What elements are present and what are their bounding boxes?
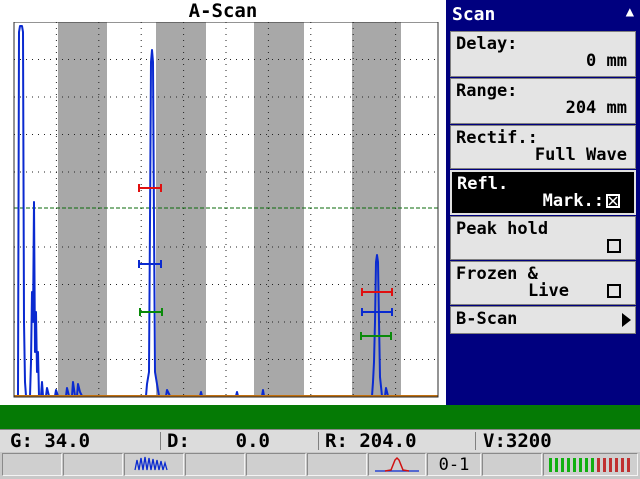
- battery-segment: [591, 458, 594, 472]
- range-readout[interactable]: R: 204.0: [325, 430, 417, 452]
- battery-segment: [555, 458, 558, 472]
- peak-hold-label: Peak hold: [456, 219, 549, 239]
- triangle-up-icon[interactable]: ▲: [626, 5, 634, 19]
- frozen-live-checkbox[interactable]: [607, 284, 621, 298]
- plot-band: [156, 22, 206, 397]
- battery-segment: [621, 458, 624, 472]
- readout-divider: [475, 432, 476, 450]
- rf-waveform-button[interactable]: [124, 453, 184, 476]
- reflection-mark-label-line1: Refl.: [457, 174, 509, 194]
- menu-title: Scan: [452, 4, 496, 25]
- readout-divider: [318, 432, 319, 450]
- battery-segment: [627, 458, 630, 472]
- battery-segment: [585, 458, 588, 472]
- battery-segment: [597, 458, 600, 472]
- delay-readout[interactable]: D: 0.0: [167, 430, 270, 452]
- menu-item-rectification[interactable]: Rectif.: Full Wave: [450, 125, 636, 169]
- readout-divider: [160, 432, 161, 450]
- function-slot-5[interactable]: [246, 453, 306, 476]
- function-slot-9[interactable]: [482, 453, 542, 476]
- ascan-panel: A-Scan: [0, 0, 446, 405]
- plot-band: [58, 22, 107, 397]
- menu-item-peak-hold[interactable]: Peak hold: [450, 216, 636, 260]
- frozen-live-label-line1: Frozen &: [456, 264, 538, 284]
- battery-level-icon: [549, 458, 630, 472]
- checkbox-check-icon: [608, 196, 618, 206]
- rf-waveform-icon: [134, 456, 168, 471]
- peak-hold-checkbox[interactable]: [607, 239, 621, 253]
- velocity-readout[interactable]: V:3200: [483, 430, 552, 452]
- menu-header: Scan ▲: [446, 0, 640, 30]
- plot-band: [254, 22, 304, 397]
- battery-segment: [579, 458, 582, 472]
- submenu-arrow-icon: [622, 313, 631, 327]
- gate-selector[interactable]: 0-1: [427, 453, 481, 476]
- battery-segment: [573, 458, 576, 472]
- range-label: Range:: [456, 81, 518, 101]
- function-slot-6[interactable]: [307, 453, 367, 476]
- battery-segment: [609, 458, 612, 472]
- status-bar-green: [0, 405, 640, 429]
- pulse-button[interactable]: [368, 453, 426, 476]
- ascan-plot[interactable]: [0, 22, 446, 405]
- scan-menu: Scan ▲ Delay: 0 mm Range: 204 mm Rectif.…: [446, 0, 640, 405]
- rectification-value: Full Wave: [534, 145, 627, 165]
- battery-segment: [615, 458, 618, 472]
- b-scan-label: B-Scan: [456, 309, 518, 329]
- range-value: 204 mm: [565, 98, 627, 118]
- function-icon-row: 0-1: [0, 452, 640, 478]
- reflection-mark-label-line2: Mark.:: [542, 191, 604, 211]
- delay-value: 0 mm: [586, 51, 627, 71]
- gain-readout[interactable]: G: 34.0: [10, 430, 90, 452]
- battery-indicator: [543, 453, 638, 476]
- menu-item-range[interactable]: Range: 204 mm: [450, 78, 636, 124]
- plot-band: [352, 22, 401, 397]
- battery-segment: [603, 458, 606, 472]
- battery-segment: [561, 458, 564, 472]
- battery-segment: [567, 458, 570, 472]
- menu-item-frozen-live[interactable]: Frozen & Live: [450, 261, 636, 305]
- reflection-mark-checkbox[interactable]: [606, 194, 620, 208]
- readout-bar: G: 34.0 D: 0.0 R: 204.0 V:3200: [0, 429, 640, 452]
- menu-item-reflection-mark[interactable]: Refl. Mark.:: [450, 170, 636, 215]
- battery-segment: [549, 458, 552, 472]
- menu-item-delay[interactable]: Delay: 0 mm: [450, 31, 636, 77]
- ascan-title: A-Scan: [188, 0, 258, 22]
- delay-label: Delay:: [456, 34, 518, 54]
- rectification-label: Rectif.:: [456, 128, 538, 148]
- frozen-live-label-line2: Live: [528, 281, 569, 301]
- menu-item-b-scan[interactable]: B-Scan: [450, 306, 636, 334]
- function-slot-1[interactable]: [2, 453, 62, 476]
- pulse-peak-icon: [375, 456, 419, 472]
- function-slot-4[interactable]: [185, 453, 245, 476]
- function-slot-2[interactable]: [63, 453, 123, 476]
